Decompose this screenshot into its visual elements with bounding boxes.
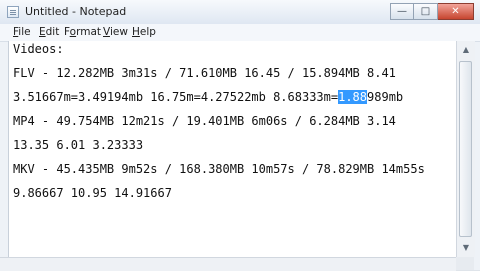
editor-line-4: MP4 - 49.754MB 12m21s / 19.401MB 6m06s /… xyxy=(13,114,396,128)
notepad-icon[interactable] xyxy=(7,6,19,18)
window-controls: — □ ✕ xyxy=(390,3,474,21)
menu-help-mnemonic: H xyxy=(132,26,140,38)
vertical-scrollbar[interactable]: ▲ ▼ xyxy=(456,41,475,257)
horizontal-scrollbar[interactable] xyxy=(0,257,456,271)
menu-view-rest: iew xyxy=(109,26,128,38)
window-title: Untitled - Notepad xyxy=(25,5,127,18)
scroll-down-arrow-icon[interactable]: ▼ xyxy=(457,239,475,257)
menu-file-rest: ile xyxy=(18,26,31,38)
menu-format-rest: rmat xyxy=(76,26,102,38)
scrollbar-corner xyxy=(456,257,474,270)
selected-text[interactable]: 1.88 xyxy=(338,90,368,104)
menu-view-mnemonic: V xyxy=(103,26,110,38)
editor-line-3-start: 3.51667m=3.49194mb 16.75m=4.27522mb 8.68… xyxy=(13,90,339,104)
editor-line-5: 13.35 6.01 3.23333 xyxy=(13,138,144,152)
menu-help-rest: elp xyxy=(139,26,156,38)
editor-line-2: FLV - 12.282MB 3m31s / 71.610MB 16.45 / … xyxy=(13,66,396,80)
menu-file[interactable]: File xyxy=(13,26,31,38)
editor-line-3-end: 989mb xyxy=(367,90,404,104)
maximize-button[interactable]: □ xyxy=(414,3,438,20)
menu-format[interactable]: Format xyxy=(64,26,101,38)
menu-view[interactable]: View xyxy=(103,26,128,38)
menu-edit-mnemonic: E xyxy=(39,26,46,38)
close-button[interactable]: ✕ xyxy=(438,3,474,20)
title-bar[interactable]: Untitled - Notepad — □ ✕ xyxy=(0,0,480,25)
editor-line-6: MKV - 45.435MB 9m52s / 168.380MB 10m57s … xyxy=(13,162,425,176)
menu-edit[interactable]: Edit xyxy=(39,26,59,38)
editor-line-1: Videos: xyxy=(13,42,64,56)
menu-help[interactable]: Help xyxy=(132,26,156,38)
notepad-window: Untitled - Notepad — □ ✕ File Edit Forma… xyxy=(0,0,480,271)
text-editor[interactable]: Videos: FLV - 12.282MB 3m31s / 71.610MB … xyxy=(8,41,457,257)
minimize-button[interactable]: — xyxy=(390,3,414,20)
menu-bar: File Edit Format View Help xyxy=(0,24,480,42)
menu-edit-rest: dit xyxy=(45,26,60,38)
editor-line-7: 9.86667 10.95 14.91667 xyxy=(13,186,172,200)
scroll-up-arrow-icon[interactable]: ▲ xyxy=(457,41,475,59)
editor-line-3: 3.51667m=3.49194mb 16.75m=4.27522mb 8.68… xyxy=(13,89,403,105)
vertical-scroll-thumb[interactable] xyxy=(459,61,472,237)
